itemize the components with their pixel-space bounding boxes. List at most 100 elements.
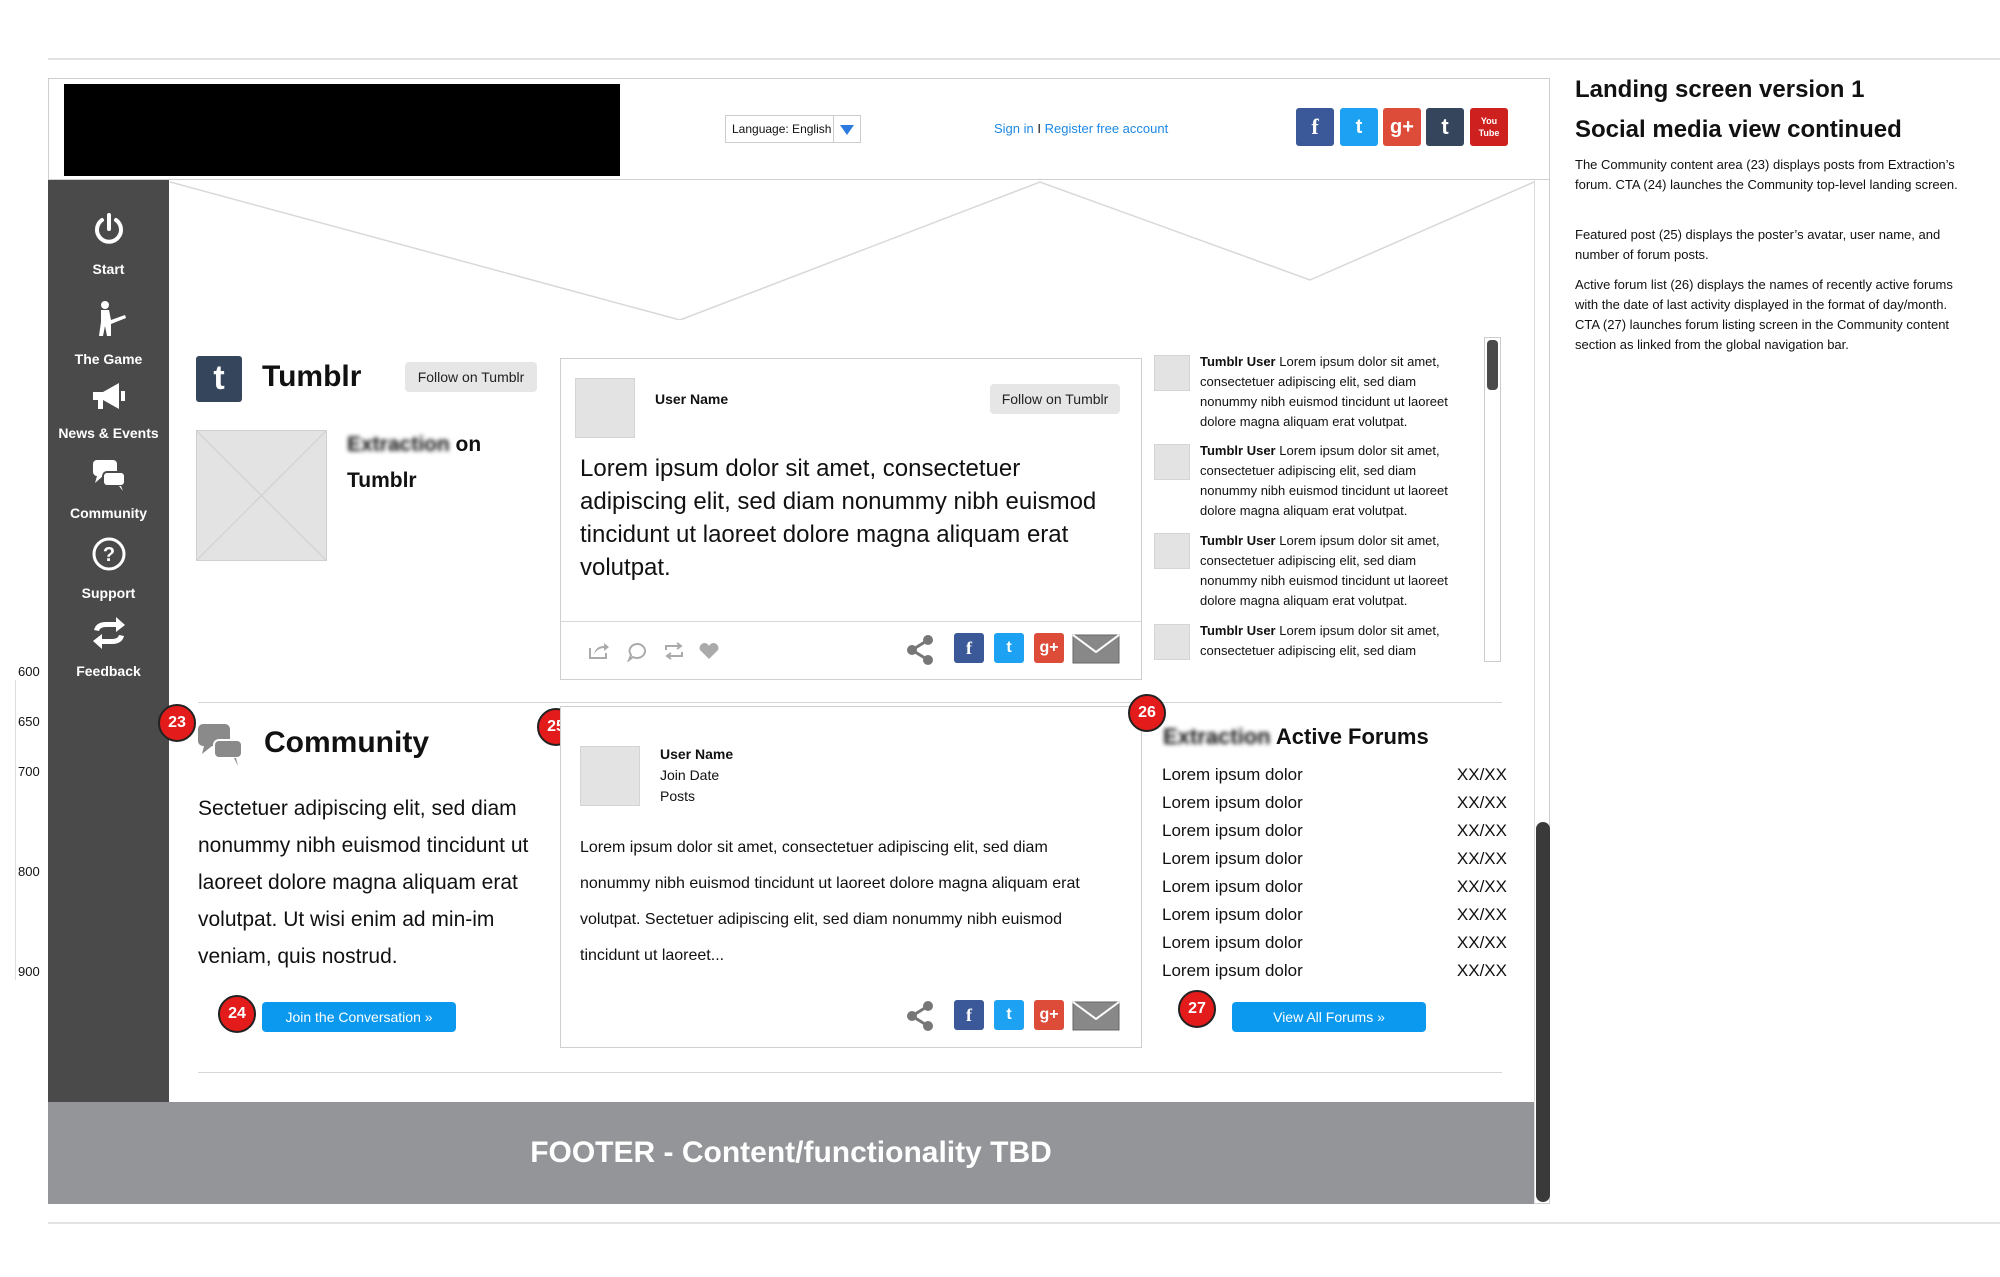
sidebar-item-label: Start (92, 261, 125, 277)
language-select[interactable]: Language: English (725, 115, 861, 143)
avatar (1154, 444, 1190, 480)
sidebar-item-community[interactable]: Community (48, 458, 169, 521)
feed-user[interactable]: Tumblr User (1200, 354, 1276, 369)
twitter-icon[interactable]: t (994, 1000, 1024, 1030)
avatar (1154, 355, 1190, 391)
power-icon (48, 212, 169, 257)
footer-text: FOOTER - Content/functionality TBD (530, 1136, 1052, 1169)
forum-date: XX/XX (1456, 877, 1507, 896)
feedback-arrows-icon (48, 616, 169, 659)
sidebar-item-the-game[interactable]: The Game (48, 300, 169, 367)
google-plus-icon[interactable]: g+ (1383, 108, 1421, 146)
list-item[interactable]: Lorem ipsum dolor XX/XX (1162, 821, 1507, 849)
question-icon: ? (48, 536, 169, 581)
list-item[interactable]: Lorem ipsum dolor XX/XX (1162, 905, 1507, 933)
forum-name: Lorem ipsum dolor (1162, 821, 1303, 840)
twitter-icon[interactable]: t (994, 633, 1024, 663)
register-link[interactable]: Register free account (1045, 121, 1169, 136)
auth-links: Sign in I Register free account (994, 121, 1168, 136)
follow-tumblr-button[interactable]: Follow on Tumblr (405, 362, 537, 392)
section-divider (198, 702, 1502, 703)
email-icon[interactable] (1072, 1001, 1120, 1031)
list-item[interactable]: Lorem ipsum dolor XX/XX (1162, 877, 1507, 905)
list-item[interactable]: Lorem ipsum dolor XX/XX (1162, 933, 1507, 961)
soldier-icon (48, 300, 169, 347)
post-follow-tumblr-button[interactable]: Follow on Tumblr (990, 384, 1120, 414)
forum-date: XX/XX (1456, 793, 1507, 812)
avatar (1154, 533, 1190, 569)
avatar (580, 746, 640, 806)
sign-in-link[interactable]: Sign in (994, 121, 1034, 136)
ruler-tick: 900 (18, 964, 40, 979)
email-icon[interactable] (1072, 634, 1120, 664)
google-plus-icon[interactable]: g+ (1034, 1000, 1064, 1030)
google-plus-icon[interactable]: g+ (1034, 633, 1064, 663)
feed-user[interactable]: Tumblr User (1200, 623, 1276, 638)
tumblr-section-title: Tumblr (262, 360, 362, 393)
tumblr-icon[interactable]: t (1426, 108, 1464, 146)
brand-name-blurred: Extraction (347, 433, 450, 456)
ruler-tick: 800 (18, 864, 40, 879)
list-item[interactable]: Lorem ipsum dolor XX/XX (1162, 849, 1507, 877)
join-conversation-button[interactable]: Join the Conversation » (262, 1002, 456, 1032)
feed-scrollbar-thumb[interactable] (1487, 340, 1498, 390)
featured-posts: Posts (660, 788, 696, 804)
forum-name: Lorem ipsum dolor (1162, 849, 1303, 868)
community-chat-icon (198, 724, 243, 766)
logo-placeholder (64, 84, 620, 176)
bottom-divider (48, 1222, 2000, 1224)
facebook-icon[interactable]: f (954, 633, 984, 663)
forum-date: XX/XX (1456, 905, 1507, 924)
notes-paragraph: Featured post (25) displays the poster’s… (1575, 227, 1941, 262)
repost-icon[interactable] (663, 642, 685, 660)
list-item[interactable]: Lorem ipsum dolor XX/XX (1162, 765, 1507, 793)
list-item: Tumblr User Lorem ipsum dolor sit amet, … (1200, 531, 1470, 611)
ruler-tick: 650 (18, 714, 40, 729)
sidebar-item-feedback[interactable]: Feedback (48, 616, 169, 679)
tumblr-avatar-placeholder (196, 430, 327, 561)
notes-subtitle: Social media view continued (1575, 116, 1902, 143)
feed-user[interactable]: Tumblr User (1200, 533, 1276, 548)
forum-name: Lorem ipsum dolor (1162, 765, 1303, 784)
auth-separator: I (1037, 121, 1041, 136)
comment-icon[interactable] (627, 642, 649, 662)
post-user-name: User Name (655, 391, 729, 407)
reblog-share-icon[interactable] (588, 642, 610, 660)
avatar (575, 378, 635, 438)
tumblr-feed: Tumblr User Lorem ipsum dolor sit amet, … (1150, 332, 1502, 666)
list-item[interactable]: Lorem ipsum dolor XX/XX (1162, 961, 1507, 989)
forum-name: Lorem ipsum dolor (1162, 905, 1303, 924)
view-all-forums-button[interactable]: View All Forums » (1232, 1002, 1426, 1032)
active-forums-title: Extraction Active Forums (1163, 724, 1429, 750)
annotation-badge-27: 27 (1178, 990, 1216, 1028)
facebook-icon[interactable]: f (954, 1000, 984, 1030)
top-divider (48, 58, 2000, 60)
facebook-icon[interactable]: f (1296, 108, 1334, 146)
brand-line2: Tumblr (347, 469, 417, 492)
twitter-icon[interactable]: t (1340, 108, 1378, 146)
list-item[interactable]: Lorem ipsum dolor XX/XX (1162, 793, 1507, 821)
sidebar-item-start[interactable]: Start (48, 212, 169, 277)
sidebar-item-support[interactable]: ? Support (48, 536, 169, 601)
sidebar-item-label: Feedback (76, 663, 141, 679)
forum-date: XX/XX (1456, 765, 1507, 784)
featured-user-name[interactable]: User Name (660, 746, 733, 762)
annotation-badge-26: 26 (1128, 694, 1166, 732)
youtube-icon[interactable]: You Tube (1470, 108, 1508, 146)
featured-join-date: Join Date (660, 767, 720, 783)
sidebar-item-news-events[interactable]: News & Events (48, 380, 169, 441)
share-icon[interactable] (904, 634, 936, 666)
notes-paragraph: The Community content area (23) displays… (1575, 157, 1958, 192)
chevron-down-icon[interactable] (833, 116, 860, 142)
feed-user[interactable]: Tumblr User (1200, 443, 1276, 458)
featured-user-info: User Name Join Date Posts (660, 744, 733, 807)
page-scrollbar-thumb[interactable] (1536, 822, 1550, 1202)
heart-icon[interactable] (698, 642, 720, 660)
ruler-tick: 700 (18, 764, 40, 779)
share-icon[interactable] (904, 1000, 936, 1032)
sidebar-item-label: The Game (74, 351, 143, 367)
sidebar-item-label: Community (70, 505, 147, 521)
forum-date: XX/XX (1456, 821, 1507, 840)
active-forum-list: Lorem ipsum dolor XX/XX Lorem ipsum dolor… (1162, 765, 1507, 995)
forums-title-text: Active Forums (1275, 724, 1429, 749)
